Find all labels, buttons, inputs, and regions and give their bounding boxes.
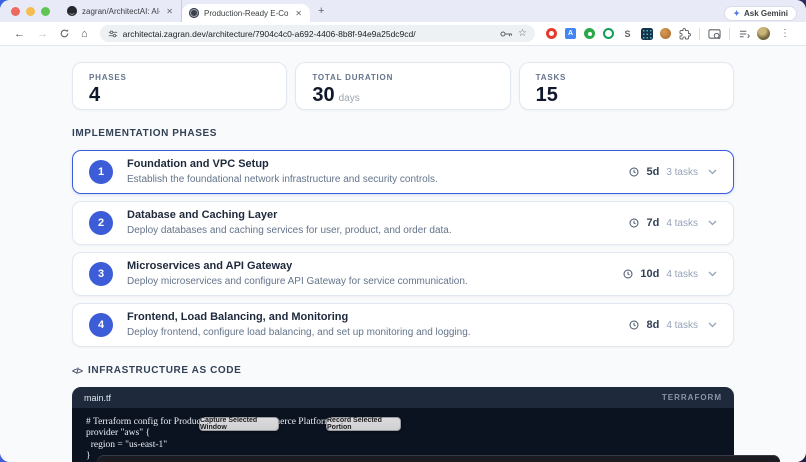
minimize-window-button[interactable] [26,7,35,16]
tab-github[interactable]: zagran/ArchitectAI: AI-Powe ✕ [60,0,182,22]
phase-number-badge: 3 [89,262,113,286]
phase-number-badge: 1 [89,160,113,184]
tab-close-icon[interactable]: ✕ [165,7,174,16]
code-language-badge: TERRAFORM [662,393,722,402]
url-text[interactable]: architectai.zagran.dev/architecture/7904… [123,29,495,39]
stat-suffix: days [339,93,360,104]
stat-value: 4 [89,85,100,105]
phase-title: Frontend, Load Balancing, and Monitoring [127,311,471,325]
new-tab-button[interactable]: + [310,0,332,22]
tab-close-icon[interactable]: ✕ [294,9,303,18]
stat-label: TASKS [536,73,717,82]
infrastructure-as-code-heading: </> INFRASTRUCTURE AS CODE [72,365,734,376]
chevron-down-icon[interactable] [705,169,717,175]
capture-selected-window-button[interactable]: Capture Selected Window [199,417,279,431]
tab-title: zagran/ArchitectAI: AI-Powe [82,7,160,16]
code-content: # Terraform config for Production-Ready … [72,408,734,462]
browser-window: zagran/ArchitectAI: AI-Powe ✕ Production… [0,0,806,462]
stat-label: TOTAL DURATION [312,73,493,82]
phase-duration: 10d [640,268,659,280]
phase-number-badge: 4 [89,313,113,337]
stat-label: PHASES [89,73,270,82]
tab-active[interactable]: Production-Ready E-Comme ✕ [182,4,310,22]
record-selected-portion-button[interactable]: Record Selected Portion [326,417,401,431]
chevron-down-icon[interactable] [705,271,717,277]
phase-task-count: 4 tasks [666,269,698,280]
page-content: PHASES 4 TOTAL DURATION 30 days TASKS 15… [0,46,806,462]
phase-description: Establish the foundational network infra… [127,173,438,186]
extension-red-icon[interactable] [545,27,558,40]
side-panel-icon[interactable] [738,27,751,40]
macos-screenshot-toolbar[interactable] [97,455,780,462]
chevron-down-icon[interactable] [705,322,717,328]
whatsapp-extension-icon[interactable] [583,27,596,40]
phase-title: Microservices and API Gateway [127,260,468,274]
tab-strip: zagran/ArchitectAI: AI-Powe ✕ Production… [0,0,806,22]
phase-number-badge: 2 [89,211,113,235]
phase-card-1[interactable]: 1 Foundation and VPC Setup Establish the… [72,150,734,194]
phase-description: Deploy microservices and configure API G… [127,275,468,288]
site-settings-icon[interactable] [108,29,118,39]
code-header: main.tf TERRAFORM [72,387,734,408]
phase-description: Deploy frontend, configure load balancin… [127,326,471,339]
translate-extension-icon[interactable]: A [564,27,577,40]
phase-task-count: 4 tasks [666,218,698,229]
phase-duration: 8d [646,319,659,331]
clock-icon [629,167,639,177]
url-bar[interactable]: architectai.zagran.dev/architecture/7904… [100,25,535,42]
implementation-phases-heading: IMPLEMENTATION PHASES [72,128,734,139]
toolbar-divider [699,28,700,40]
phase-card-4[interactable]: 4 Frontend, Load Balancing, and Monitori… [72,303,734,347]
github-favicon-icon [67,6,77,16]
phase-task-count: 3 tasks [666,167,698,178]
code-filename: main.tf [84,393,111,403]
phase-title: Database and Caching Layer [127,209,452,223]
screenshot-inspect-icon[interactable] [708,27,721,40]
phase-duration: 5d [646,166,659,178]
clock-icon [629,320,639,330]
reload-button[interactable] [54,28,75,39]
password-key-icon[interactable] [500,30,513,38]
ask-gemini-label: Ask Gemini [744,9,788,18]
stat-card-phases: PHASES 4 [72,62,287,110]
browser-menu-icon[interactable]: ⋮ [776,28,794,39]
extensions-area: A S ⋮ [541,27,798,40]
stat-value: 30 [312,85,334,105]
sparkle-icon: ✦ [733,9,740,18]
toolbar-divider [729,28,730,40]
home-button[interactable]: ⌂ [75,28,94,40]
tab-title: Production-Ready E-Comme [204,9,289,18]
phase-card-3[interactable]: 3 Microservices and API Gateway Deploy m… [72,252,734,296]
phase-card-2[interactable]: 2 Database and Caching Layer Deploy data… [72,201,734,245]
clock-icon [629,218,639,228]
phase-task-count: 4 tasks [666,320,698,331]
forward-button[interactable]: → [31,28,54,40]
clock-icon [623,269,633,279]
maximize-window-button[interactable] [41,7,50,16]
window-controls [0,0,60,22]
phase-description: Deploy databases and caching services fo… [127,224,452,237]
terraform-code-block: main.tf TERRAFORM # Terraform config for… [72,387,734,462]
profile-avatar[interactable] [757,27,770,40]
bookmark-star-icon[interactable]: ☆ [518,28,527,39]
chevron-down-icon[interactable] [705,220,717,226]
close-window-button[interactable] [11,7,20,16]
green-ring-extension-icon[interactable] [602,27,615,40]
stats-row: PHASES 4 TOTAL DURATION 30 days TASKS 15 [72,46,734,110]
navy-mosaic-extension-icon[interactable] [640,27,653,40]
s-extension-icon[interactable]: S [621,27,634,40]
stat-card-duration: TOTAL DURATION 30 days [295,62,510,110]
extensions-puzzle-icon[interactable] [678,27,691,40]
back-button[interactable]: ← [8,28,31,40]
globe-favicon-icon [189,8,199,18]
ask-gemini-button[interactable]: ✦ Ask Gemini [725,7,796,20]
stat-value: 15 [536,85,558,105]
code-brackets-icon: </> [72,366,82,376]
stat-card-tasks: TASKS 15 [519,62,734,110]
browser-toolbar: ← → ⌂ architectai.zagran.dev/architectur… [0,22,806,46]
phase-title: Foundation and VPC Setup [127,158,438,172]
orange-extension-icon[interactable] [659,27,672,40]
phase-duration: 7d [646,217,659,229]
